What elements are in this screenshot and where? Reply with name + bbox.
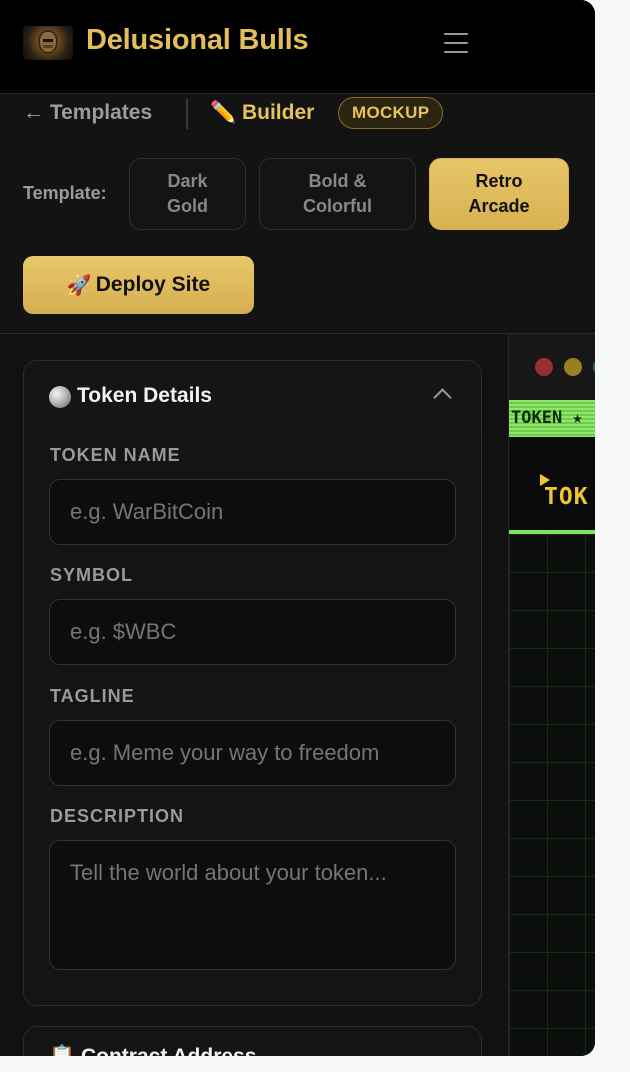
breadcrumb-divider — [186, 99, 188, 129]
template-bold-colorful-button[interactable]: Bold & Colorful — [259, 158, 416, 230]
token-details-header[interactable]: Token Details — [24, 361, 481, 431]
description-textarea[interactable] — [49, 840, 456, 970]
template-option-line1: Retro — [475, 171, 523, 191]
tagline-label: TAGLINE — [50, 686, 135, 706]
deploy-label: Deploy Site — [95, 273, 211, 296]
token-details-title: Token Details — [77, 384, 212, 407]
window-close-dot — [535, 358, 553, 376]
breadcrumb: ← Templates ✏️ Builder MOCKUP — [0, 96, 595, 136]
token-details-card: Token Details TOKEN NAME SYMBOL TAGLINE … — [23, 360, 482, 1006]
app-window: Delusional Bulls ← Templates ✏️ Builder … — [0, 0, 595, 1056]
symbol-input[interactable] — [49, 599, 456, 665]
bull-logo-icon[interactable] — [23, 26, 73, 60]
template-label: Template: — [23, 183, 107, 203]
contract-address-card[interactable]: 📋 Contract Address — [23, 1026, 482, 1056]
symbol-label: SYMBOL — [50, 565, 134, 585]
template-option-line2: Arcade — [468, 196, 530, 216]
hamburger-menu-icon[interactable] — [444, 33, 468, 53]
mockup-badge: MOCKUP — [338, 97, 444, 129]
builder-label: ✏️ Builder — [210, 101, 315, 124]
site-preview[interactable]: TOKEN ★ TOK — [508, 334, 595, 1056]
template-retro-arcade-button[interactable]: Retro Arcade — [429, 158, 569, 230]
description-label: DESCRIPTION — [50, 806, 185, 826]
template-option-line2: Colorful — [303, 196, 372, 216]
top-header: Delusional Bulls — [0, 0, 595, 94]
token-name-label: TOKEN NAME — [50, 445, 181, 465]
template-option-line1: Dark — [167, 171, 208, 191]
rocket-icon: 🚀 — [66, 274, 92, 297]
chevron-up-icon[interactable] — [433, 388, 452, 407]
brand-title[interactable]: Delusional Bulls — [86, 24, 309, 57]
contract-address-title: 📋 Contract Address — [49, 1045, 256, 1056]
coin-icon — [49, 386, 71, 408]
preview-hero: TOK — [509, 437, 595, 534]
window-minimize-dot — [564, 358, 582, 376]
template-option-line1: Bold & — [308, 171, 367, 191]
deploy-site-button[interactable]: 🚀 Deploy Site — [23, 256, 254, 314]
preview-grid-background — [509, 534, 595, 1056]
template-dark-gold-button[interactable]: Dark Gold — [129, 158, 246, 230]
token-name-input[interactable] — [49, 479, 456, 545]
template-option-line2: Gold — [167, 196, 208, 216]
preview-browser-chrome — [509, 334, 595, 400]
editor-panel[interactable]: Token Details TOKEN NAME SYMBOL TAGLINE … — [0, 334, 508, 1056]
tagline-input[interactable] — [49, 720, 456, 786]
window-maximize-dot — [593, 358, 595, 376]
preview-ticker: TOKEN ★ — [509, 400, 595, 437]
preview-hero-title: TOK — [544, 484, 589, 510]
back-to-templates-link[interactable]: ← Templates — [23, 101, 152, 125]
